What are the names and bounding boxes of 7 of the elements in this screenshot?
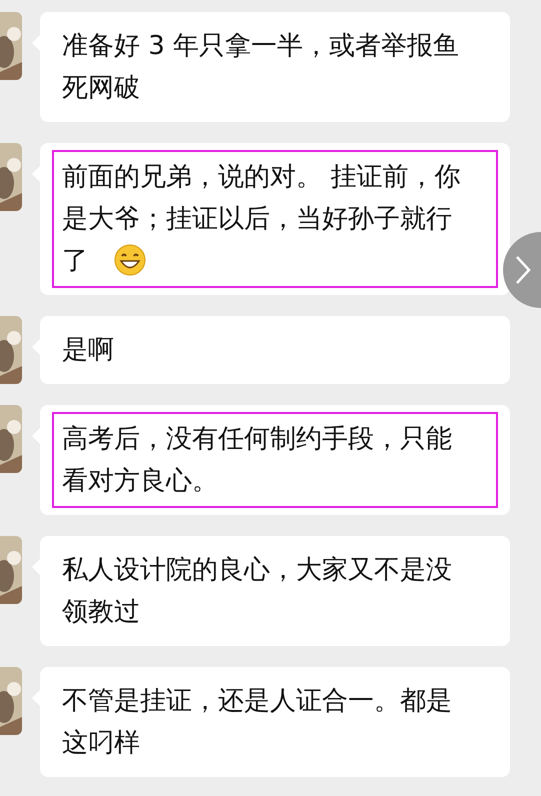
- message-text: 前面的兄弟，说的对。 挂证前，你 是大爷；挂证以后，当好孙子就行 了: [62, 161, 462, 278]
- message-text: 是啊: [62, 334, 115, 367]
- message-text: 高考后，没有任何制约手段，只能 看对方良心。: [62, 423, 453, 498]
- chevron-right-icon: [515, 255, 531, 285]
- message-text: 准备好 3 年只拿一半，或者举报鱼 死网破: [62, 30, 460, 105]
- message-text: 私人设计院的良心，大家又不是没 领教过: [62, 554, 453, 629]
- message-text: 不管是挂证，还是人证合一。都是 这叼样: [62, 685, 453, 760]
